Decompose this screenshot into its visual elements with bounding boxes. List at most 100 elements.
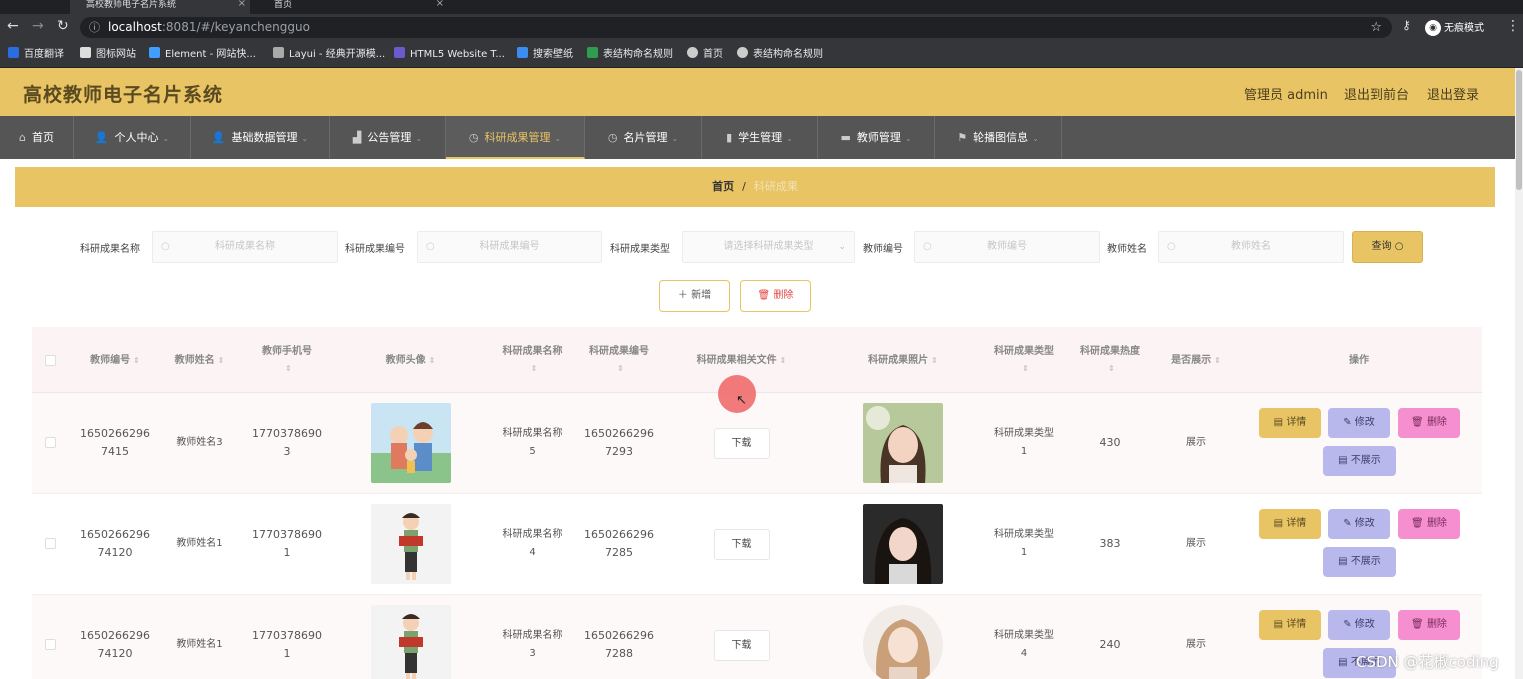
search-type-select[interactable]: 请选择科研成果类型⌄ bbox=[682, 231, 855, 263]
forward-icon[interactable]: → bbox=[32, 18, 44, 34]
incognito-label: 无痕模式 bbox=[1444, 23, 1484, 34]
sort-icon[interactable]: ⇕ bbox=[931, 352, 938, 369]
hide-button[interactable]: ▤ 不展示 bbox=[1323, 547, 1396, 577]
sort-icon[interactable]: ⇕ bbox=[1022, 360, 1029, 377]
sort-icon[interactable]: ⇕ bbox=[780, 352, 787, 369]
menu-item-home[interactable]: ⌂首页 bbox=[0, 116, 74, 159]
select-all-checkbox[interactable] bbox=[45, 355, 56, 366]
bookmark-item[interactable]: 搜索壁纸 bbox=[517, 47, 573, 62]
edit-button[interactable]: ✎ 修改 bbox=[1328, 509, 1390, 539]
close-icon[interactable]: × bbox=[436, 0, 444, 9]
menu-item-carousel[interactable]: ⚑轮播图信息⌄ bbox=[935, 116, 1062, 159]
col-teacher-name[interactable]: 教师姓名⇕ bbox=[158, 327, 241, 393]
sort-icon[interactable]: ⇕ bbox=[531, 360, 538, 377]
element-icon bbox=[149, 47, 160, 58]
row-checkbox[interactable] bbox=[45, 538, 56, 549]
bookmark-item[interactable]: 图标网站 bbox=[80, 47, 136, 62]
detail-button[interactable]: ▤ 详情 bbox=[1259, 610, 1321, 640]
reload-icon[interactable]: ↻ bbox=[57, 18, 69, 34]
cell-avatar bbox=[333, 595, 488, 679]
bookmark-item[interactable]: 百度翻译 bbox=[8, 47, 64, 62]
add-button[interactable]: ＋ 新增 bbox=[659, 280, 730, 312]
bookmark-item[interactable]: HTML5 Website T... bbox=[394, 47, 505, 62]
search-code-input[interactable]: ○科研成果编号 bbox=[417, 231, 602, 263]
sort-icon[interactable]: ⇕ bbox=[617, 360, 624, 377]
back-to-front-link[interactable]: 退出到前台 bbox=[1344, 84, 1409, 103]
menu-item-basic-data[interactable]: 👤基础数据管理⌄ bbox=[191, 116, 330, 159]
col-result-type[interactable]: 科研成果类型⇕ bbox=[984, 327, 1064, 393]
breadcrumb-home[interactable]: 首页 bbox=[712, 180, 734, 193]
tab-title: 高校教师电子名片系统 bbox=[86, 0, 176, 10]
globe-icon bbox=[687, 47, 698, 58]
result-photo-image[interactable] bbox=[863, 605, 943, 679]
delete-button[interactable]: 🗑 删除 bbox=[1398, 610, 1460, 640]
address-bar[interactable]: ⓘ localhost:8081/#/keyanchengguo ☆ bbox=[80, 17, 1392, 38]
logout-link[interactable]: 退出登录 bbox=[1427, 84, 1479, 103]
detail-button[interactable]: ▤ 详情 bbox=[1259, 509, 1321, 539]
batch-delete-button[interactable]: 🗑 删除 bbox=[740, 280, 811, 312]
info-icon[interactable]: ⓘ bbox=[89, 17, 100, 38]
star-icon[interactable]: ☆ bbox=[1370, 17, 1382, 38]
col-teacher-code[interactable]: 教师编号⇕ bbox=[72, 327, 158, 393]
search-teacher-code-input[interactable]: ○教师编号 bbox=[914, 231, 1100, 263]
edit-button[interactable]: ✎ 修改 bbox=[1328, 408, 1390, 438]
document-icon: ▤ bbox=[1274, 518, 1283, 529]
menu-item-notice[interactable]: ▟公告管理⌄ bbox=[330, 116, 446, 159]
search-teacher-name-label: 教师姓名 bbox=[1107, 240, 1147, 255]
menu-item-profile[interactable]: 👤个人中心⌄ bbox=[74, 116, 191, 159]
bookmark-item[interactable]: Element - 网站快... bbox=[149, 47, 256, 62]
browser-tab[interactable]: 首页 × bbox=[258, 0, 448, 14]
download-button[interactable]: 下载 bbox=[714, 630, 770, 661]
close-icon[interactable]: × bbox=[238, 0, 246, 9]
cell-photo bbox=[822, 494, 984, 594]
incognito-indicator[interactable]: ◉无痕模式 bbox=[1425, 20, 1484, 36]
col-heat[interactable]: 科研成果热度⇕ bbox=[1064, 327, 1156, 393]
sort-icon[interactable]: ⇕ bbox=[429, 352, 436, 369]
search-name-input[interactable]: ○科研成果名称 bbox=[152, 231, 338, 263]
sort-icon[interactable]: ⇕ bbox=[1108, 360, 1115, 377]
bookmark-item[interactable]: Layui - 经典开源模... bbox=[273, 47, 385, 62]
teacher-avatar-image[interactable] bbox=[371, 504, 451, 584]
query-button[interactable]: 查询 ○ bbox=[1352, 231, 1423, 263]
sort-icon[interactable]: ⇕ bbox=[1214, 352, 1221, 369]
more-menu-icon[interactable]: ⋮ bbox=[1506, 18, 1520, 34]
document-icon: ▤ bbox=[1338, 455, 1347, 466]
edit-button[interactable]: ✎ 修改 bbox=[1328, 610, 1390, 640]
key-icon[interactable]: ⚷ bbox=[1402, 18, 1411, 32]
teacher-avatar-image[interactable] bbox=[371, 403, 451, 483]
browser-tab-active[interactable]: 高校教师电子名片系统 × bbox=[70, 0, 250, 14]
hide-button[interactable]: ▤ 不展示 bbox=[1323, 446, 1396, 476]
col-result-name[interactable]: 科研成果名称⇕ bbox=[488, 327, 577, 393]
result-photo-image[interactable] bbox=[863, 403, 943, 483]
col-phone[interactable]: 教师手机号⇕ bbox=[241, 327, 333, 393]
document-icon: ▤ bbox=[1274, 619, 1283, 630]
delete-button[interactable]: 🗑 删除 bbox=[1398, 509, 1460, 539]
menu-item-teacher[interactable]: ▬教师管理⌄ bbox=[818, 116, 935, 159]
menu-item-research[interactable]: ◷科研成果管理⌄ bbox=[446, 116, 585, 159]
download-button[interactable]: 下载 bbox=[714, 529, 770, 560]
row-checkbox[interactable] bbox=[45, 639, 56, 650]
sort-icon[interactable]: ⇕ bbox=[133, 352, 140, 369]
bookmark-item[interactable]: 表结构命名规则 bbox=[587, 47, 673, 62]
download-button[interactable]: 下载 bbox=[714, 428, 770, 459]
scrollbar-thumb[interactable] bbox=[1516, 70, 1522, 190]
sort-icon[interactable]: ⇕ bbox=[285, 360, 292, 377]
teacher-avatar-image[interactable] bbox=[371, 605, 451, 679]
back-icon[interactable]: ← bbox=[7, 18, 19, 34]
page-scrollbar[interactable] bbox=[1515, 68, 1523, 679]
menu-item-card[interactable]: ◷名片管理⌄ bbox=[585, 116, 702, 159]
delete-button[interactable]: 🗑 删除 bbox=[1398, 408, 1460, 438]
bookmark-item[interactable]: 首页 bbox=[687, 47, 723, 62]
bookmark-item[interactable]: 表结构命名规则 bbox=[737, 47, 823, 62]
col-show[interactable]: 是否展示⇕ bbox=[1156, 327, 1236, 393]
result-photo-image[interactable] bbox=[863, 504, 943, 584]
sort-icon[interactable]: ⇕ bbox=[218, 352, 225, 369]
col-avatar[interactable]: 教师头像⇕ bbox=[333, 327, 488, 393]
cell-phone: 17703786901 bbox=[241, 595, 333, 679]
menu-item-student[interactable]: ▮学生管理⌄ bbox=[702, 116, 818, 159]
row-checkbox[interactable] bbox=[45, 437, 56, 448]
detail-button[interactable]: ▤ 详情 bbox=[1259, 408, 1321, 438]
search-teacher-name-input[interactable]: ○教师姓名 bbox=[1158, 231, 1344, 263]
col-photo[interactable]: 科研成果照片⇕ bbox=[822, 327, 984, 393]
col-result-code[interactable]: 科研成果编号⇕ bbox=[577, 327, 661, 393]
